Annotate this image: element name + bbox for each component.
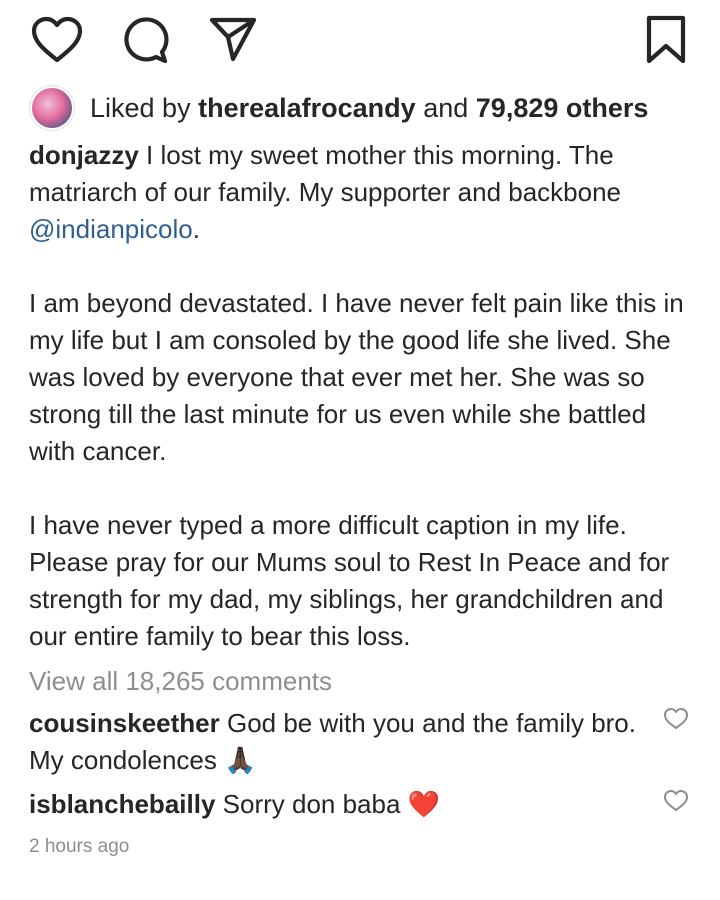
likes-others-count[interactable]: 79,829 others — [476, 93, 649, 124]
comment-item: cousinskeether God be with you and the f… — [29, 705, 639, 780]
post-timestamp: 2 hours ago — [29, 836, 130, 857]
caption-period: . — [192, 214, 200, 244]
praying-hands-emoji: 🙏🏿 — [224, 746, 257, 776]
comment-username[interactable]: cousinskeether — [29, 708, 220, 738]
caption-paragraph-3: I have never typed a more difficult capt… — [29, 510, 670, 651]
post-caption: donjazzy I lost my sweet mother this mor… — [29, 137, 699, 655]
caption-mention[interactable]: @indianpicolo — [29, 214, 193, 244]
bookmark-icon[interactable] — [645, 15, 687, 65]
liked-by-conjunction: and — [423, 92, 469, 123]
liked-by-prefix: Liked by — [90, 92, 191, 123]
likes-summary[interactable]: Liked by therealafrocandy and 79,829 oth… — [30, 86, 700, 130]
caption-paragraph-1: donjazzy I lost my sweet mother this mor… — [29, 137, 699, 248]
caption-paragraph-2: I am beyond devastated. I have never fel… — [29, 288, 684, 466]
comment-like-heart-icon[interactable] — [663, 789, 689, 813]
red-heart-emoji: ❤️ — [407, 790, 441, 820]
liker-avatar[interactable] — [30, 86, 74, 130]
comment-like-heart-icon[interactable] — [663, 707, 689, 731]
heart-outline-icon[interactable] — [30, 15, 84, 65]
caption-username[interactable]: donjazzy — [29, 140, 139, 170]
comment-item: isblanchebailly Sorry don baba ❤️ — [29, 786, 639, 824]
speech-bubble-icon[interactable] — [120, 15, 170, 65]
paper-plane-icon[interactable] — [208, 15, 258, 63]
comment-username[interactable]: isblanchebailly — [29, 789, 215, 819]
liker-username[interactable]: therealafrocandy — [198, 93, 416, 124]
comment-text: Sorry don baba — [222, 789, 401, 819]
view-all-comments-link[interactable]: View all 18,265 comments — [29, 663, 332, 700]
